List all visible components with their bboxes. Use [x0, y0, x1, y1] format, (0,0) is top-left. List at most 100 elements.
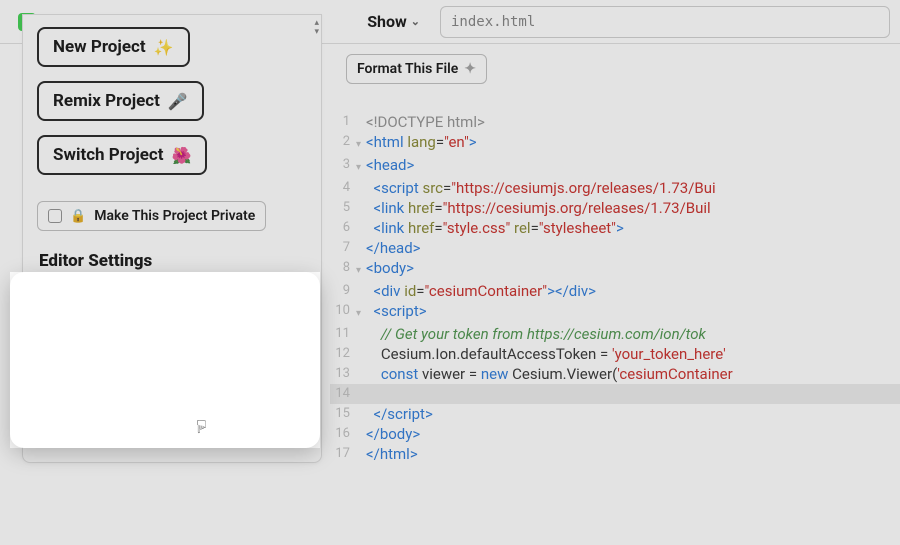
keyboard-shortcuts-label: Keyboard Shortcuts	[48, 421, 172, 437]
show-menu[interactable]: Show ⌄	[367, 12, 420, 31]
code-content: <!DOCTYPE html>	[366, 112, 900, 132]
lock-icon: 🔒	[70, 209, 86, 224]
format-file-label: Format This File	[357, 61, 458, 77]
line-number: 8	[330, 258, 356, 278]
code-line[interactable]: 7 </head>	[330, 238, 900, 258]
checkbox-icon	[48, 209, 62, 223]
fold-icon	[356, 344, 366, 347]
fold-icon[interactable]: ▾	[356, 258, 366, 281]
code-line[interactable]: 9 <div id="cesiumContainer"></div>	[330, 281, 900, 301]
keyboard-shortcuts-button[interactable]: Keyboard Shortcuts	[37, 414, 307, 444]
show-label: Show	[367, 12, 407, 31]
line-number: 2	[330, 132, 356, 152]
code-line[interactable]: 8▾<body>	[330, 258, 900, 281]
line-number: 17	[330, 444, 356, 464]
code-line[interactable]: 16 </body>	[330, 424, 900, 444]
code-content: <html lang="en">	[366, 132, 900, 152]
line-number: 13	[330, 364, 356, 384]
sparkles-icon: ✨	[154, 38, 174, 57]
code-content: <link href="style.css" rel="stylesheet">	[366, 218, 900, 238]
code-line[interactable]: 13 const viewer = new Cesium.Viewer('ces…	[330, 364, 900, 384]
fold-icon	[356, 404, 366, 407]
fold-icon	[356, 178, 366, 181]
code-content: <link href="https://cesiumjs.org/release…	[366, 198, 900, 218]
line-number: 5	[330, 198, 356, 218]
format-file-button[interactable]: Format This File ✦	[346, 54, 487, 84]
code-content: <script src="https://cesiumjs.org/releas…	[366, 178, 900, 198]
code-line[interactable]: 3▾<head>	[330, 155, 900, 178]
change-theme-button[interactable]: Change Theme 🌙	[37, 285, 307, 318]
fold-icon[interactable]: ▾	[356, 301, 366, 324]
piano-icon	[180, 424, 197, 434]
remix-project-button[interactable]: Remix Project 🎤	[37, 81, 204, 121]
fold-icon	[356, 218, 366, 221]
wrap-text-toggle[interactable]: Wrap Text	[37, 372, 307, 402]
fold-icon	[356, 444, 366, 447]
line-number: 14	[330, 384, 356, 404]
line-number: 6	[330, 218, 356, 238]
project-menu-panel: ▴▾ New Project ✨ Remix Project 🎤 Switch …	[22, 14, 322, 463]
new-project-label: New Project	[53, 37, 146, 57]
code-line[interactable]: 6 <link href="style.css" rel="stylesheet…	[330, 218, 900, 238]
line-number: 16	[330, 424, 356, 444]
code-content: </script>	[366, 404, 900, 424]
code-content: </body>	[366, 424, 900, 444]
remix-project-label: Remix Project	[53, 91, 160, 111]
filepath-input[interactable]	[440, 6, 890, 38]
moon-icon: 🌙	[151, 292, 171, 311]
fold-icon	[356, 238, 366, 241]
refresh-on-changes-toggle[interactable]: Refresh App on Changes	[37, 330, 307, 360]
sparkle-icon: ✦	[464, 61, 476, 77]
code-line[interactable]: 5 <link href="https://cesiumjs.org/relea…	[330, 198, 900, 218]
code-content: <body>	[366, 258, 900, 278]
chevron-down-icon: ⌄	[411, 15, 420, 28]
switch-project-label: Switch Project	[53, 145, 164, 165]
flower-icon: 🌺	[172, 146, 192, 165]
code-content: <script>	[366, 301, 900, 321]
fold-icon[interactable]: ▾	[356, 132, 366, 155]
code-line[interactable]: 10▾ <script>	[330, 301, 900, 324]
microphone-icon: 🎤	[168, 92, 188, 111]
line-number: 7	[330, 238, 356, 258]
checkbox-icon	[48, 380, 62, 394]
code-editor[interactable]: 1<!DOCTYPE html>2▾<html lang="en">3▾<hea…	[330, 112, 900, 545]
line-number: 3	[330, 155, 356, 175]
code-line[interactable]: 1 <!DOCTYPE html>	[330, 112, 900, 132]
fold-icon	[356, 198, 366, 201]
change-theme-label: Change Theme	[48, 294, 143, 310]
code-line[interactable]: 11 // Get your token from https://cesium…	[330, 324, 900, 344]
code-line[interactable]: 12 Cesium.Ion.defaultAccessToken = 'your…	[330, 344, 900, 364]
line-number: 15	[330, 404, 356, 424]
refresh-on-changes-label: Refresh App on Changes	[71, 337, 226, 353]
fold-icon	[356, 364, 366, 367]
code-content: <div id="cesiumContainer"></div>	[366, 281, 900, 301]
line-number: 12	[330, 344, 356, 364]
code-content: const viewer = new Cesium.Viewer('cesium…	[366, 364, 900, 384]
fold-icon	[356, 424, 366, 427]
code-content: </head>	[366, 238, 900, 258]
line-number: 11	[330, 324, 356, 344]
line-number: 10	[330, 301, 356, 321]
fold-icon	[356, 281, 366, 284]
checkbox-checked-icon	[48, 338, 63, 353]
line-number: 9	[330, 281, 356, 301]
fold-icon[interactable]: ▾	[356, 155, 366, 178]
code-content: <head>	[366, 155, 900, 175]
editor-settings-heading: Editor Settings	[39, 251, 307, 271]
fold-icon	[356, 324, 366, 327]
scroll-indicator-icon: ▴▾	[314, 19, 319, 37]
make-private-button[interactable]: 🔒 Make This Project Private	[37, 201, 266, 231]
new-project-button[interactable]: New Project ✨	[37, 27, 190, 67]
code-content: </html>	[366, 444, 900, 464]
code-content: Cesium.Ion.defaultAccessToken = 'your_to…	[366, 344, 900, 364]
code-line[interactable]: 14	[330, 384, 900, 404]
code-line[interactable]: 2▾<html lang="en">	[330, 132, 900, 155]
make-private-label: Make This Project Private	[94, 208, 255, 224]
line-number: 4	[330, 178, 356, 198]
code-line[interactable]: 4 <script src="https://cesiumjs.org/rele…	[330, 178, 900, 198]
code-line[interactable]: 15 </script>	[330, 404, 900, 424]
switch-project-button[interactable]: Switch Project 🌺	[37, 135, 207, 175]
line-number: 1	[330, 112, 356, 132]
code-line[interactable]: 17 </html>	[330, 444, 900, 464]
fold-icon	[356, 112, 366, 115]
